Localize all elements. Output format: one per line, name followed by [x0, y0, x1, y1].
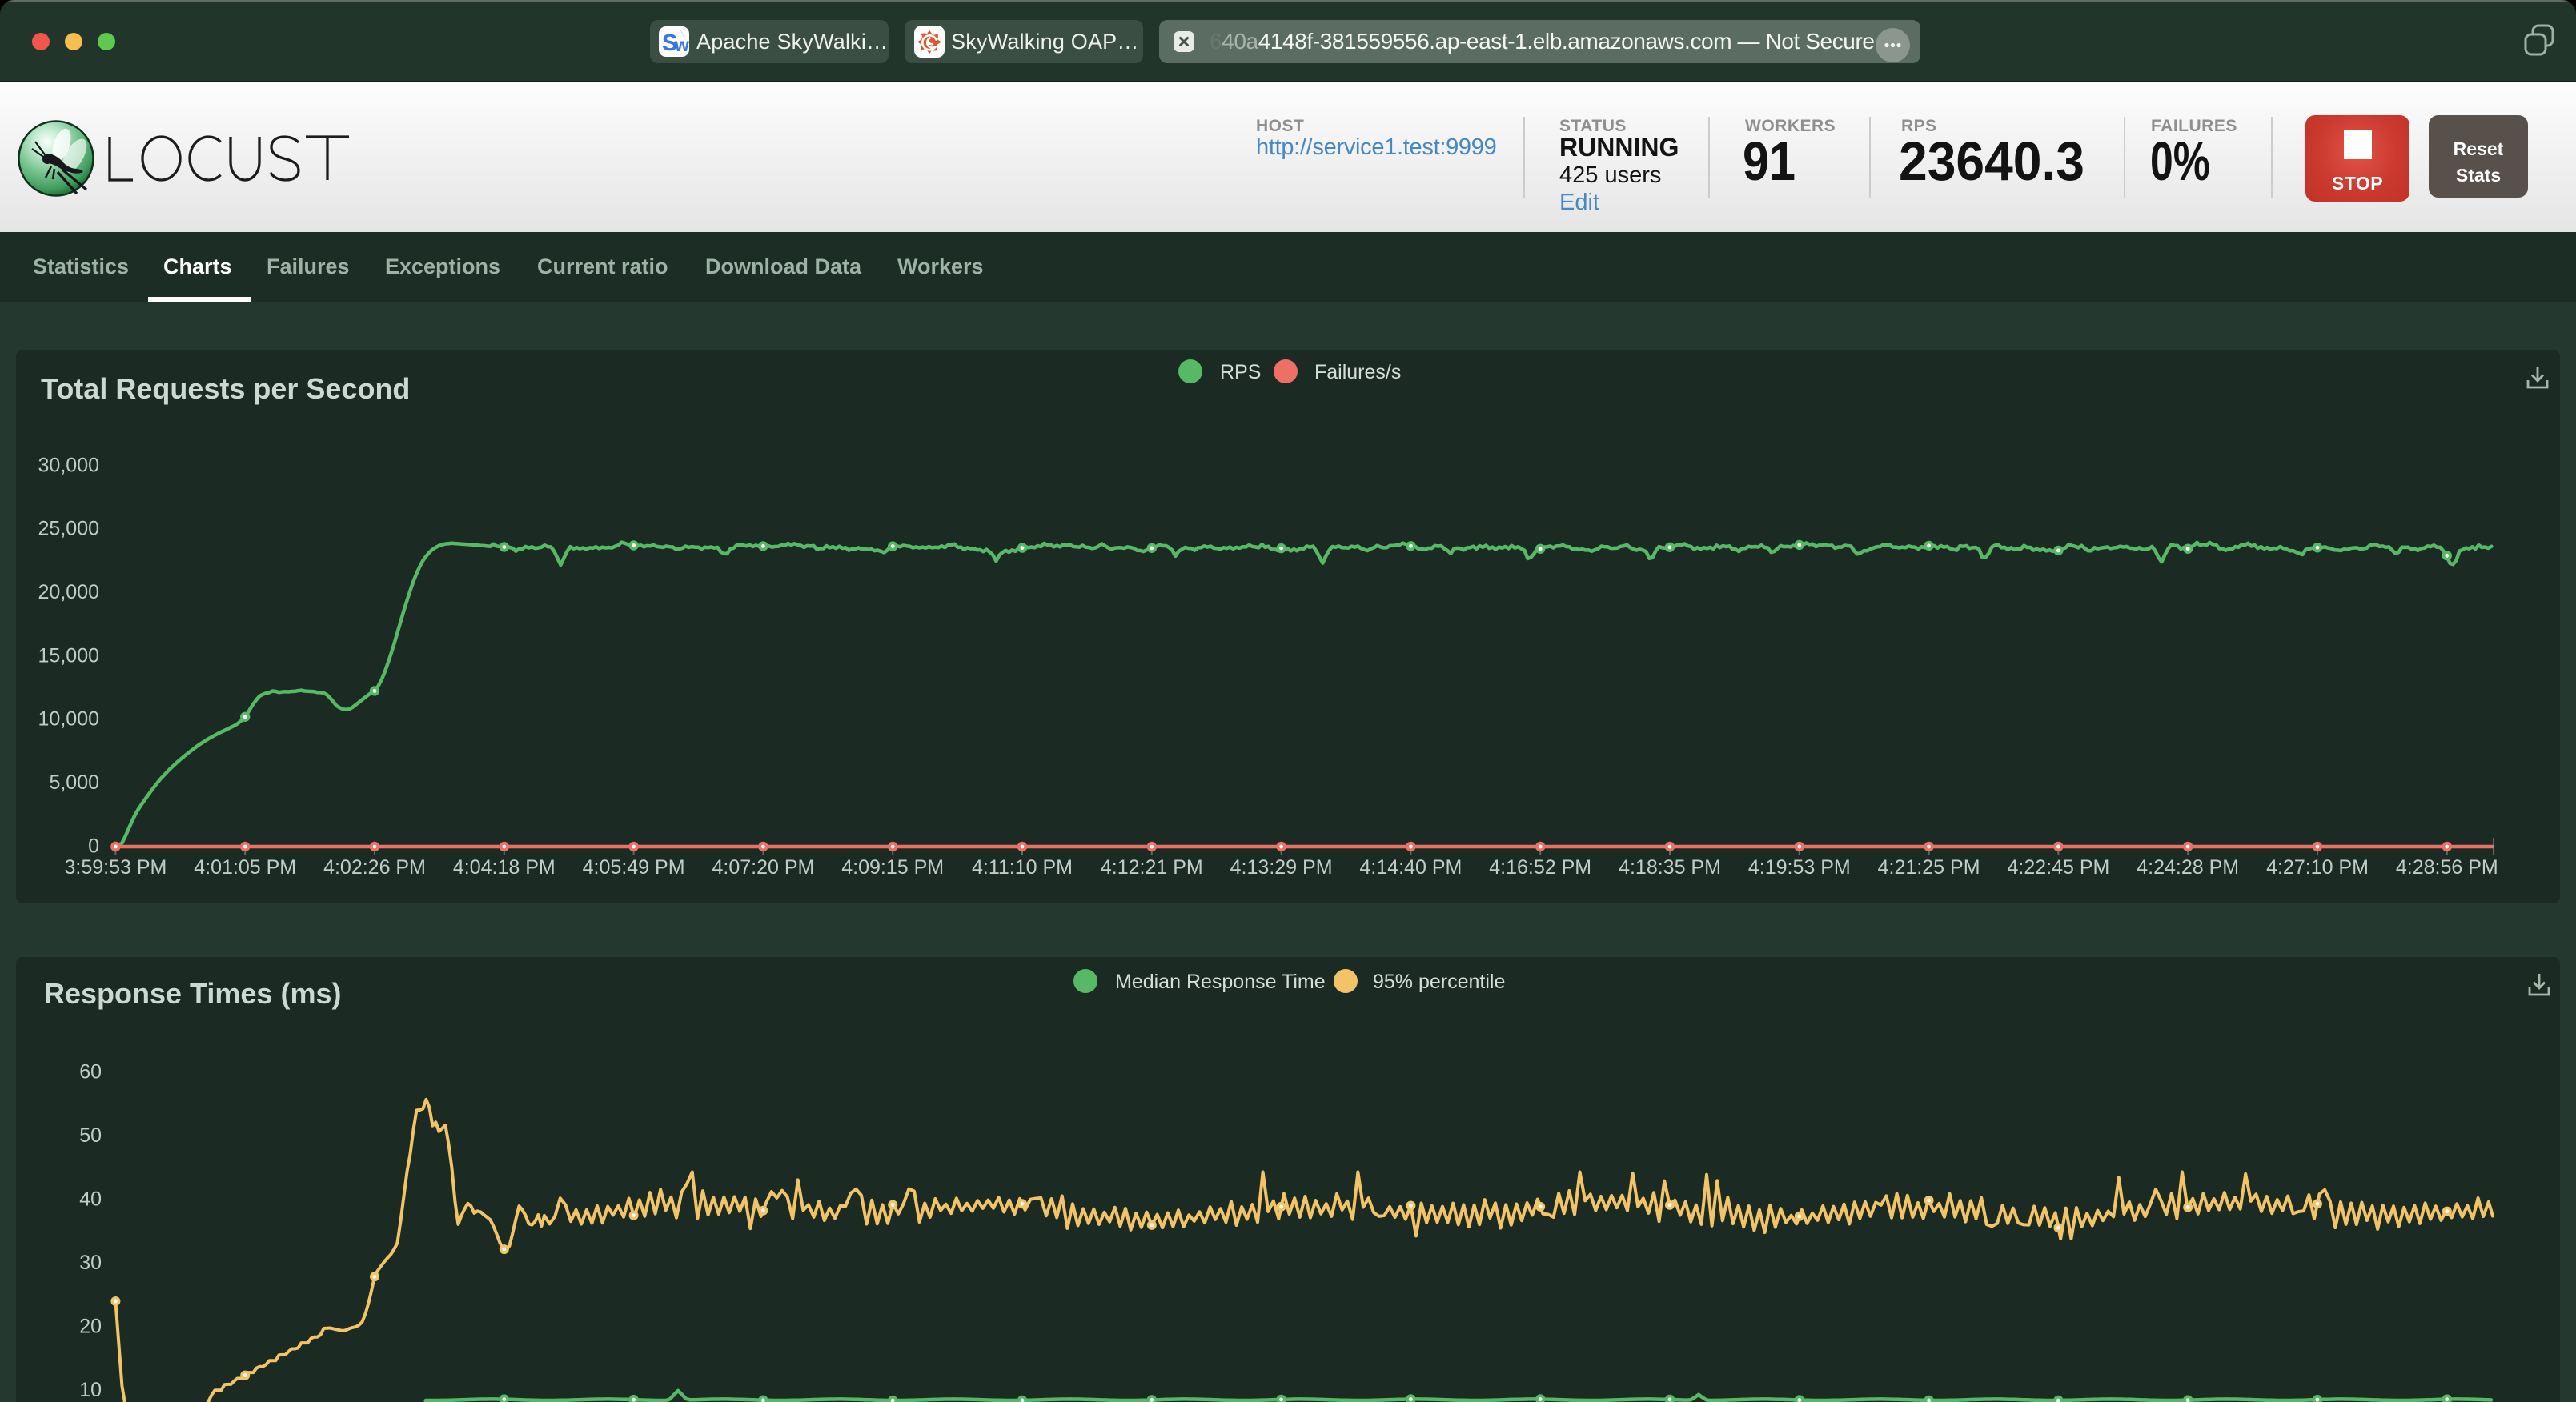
svg-text:4:11:10 PM: 4:11:10 PM	[972, 856, 1073, 879]
svg-text:4:13:29 PM: 4:13:29 PM	[1230, 856, 1333, 879]
svg-text:4:07:20 PM: 4:07:20 PM	[712, 856, 814, 879]
svg-text:0: 0	[88, 835, 99, 857]
svg-text:4:21:25 PM: 4:21:25 PM	[1878, 856, 1980, 879]
svg-text:20,000: 20,000	[38, 581, 99, 603]
svg-text:25,000: 25,000	[38, 518, 99, 540]
svg-text:5,000: 5,000	[49, 771, 99, 794]
svg-text:4:14:40 PM: 4:14:40 PM	[1359, 856, 1462, 879]
svg-text:4:16:52 PM: 4:16:52 PM	[1489, 856, 1591, 879]
svg-text:4:01:05 PM: 4:01:05 PM	[194, 856, 296, 879]
svg-text:30,000: 30,000	[38, 454, 99, 476]
svg-text:4:19:53 PM: 4:19:53 PM	[1748, 856, 1851, 879]
svg-text:10,000: 10,000	[38, 708, 99, 731]
svg-text:4:02:26 PM: 4:02:26 PM	[323, 856, 426, 879]
svg-text:3:59:53 PM: 3:59:53 PM	[64, 856, 167, 879]
svg-text:40: 40	[79, 1188, 102, 1211]
svg-text:15,000: 15,000	[38, 644, 99, 667]
svg-text:50: 50	[79, 1124, 102, 1147]
svg-text:4:04:18 PM: 4:04:18 PM	[453, 856, 556, 879]
svg-text:4:18:35 PM: 4:18:35 PM	[1619, 856, 1721, 879]
svg-text:4:05:49 PM: 4:05:49 PM	[583, 856, 685, 879]
svg-text:4:24:28 PM: 4:24:28 PM	[2137, 856, 2239, 879]
svg-text:4:27:10 PM: 4:27:10 PM	[2266, 856, 2369, 879]
svg-text:4:28:56 PM: 4:28:56 PM	[2396, 856, 2498, 879]
svg-text:20: 20	[79, 1316, 102, 1338]
svg-text:60: 60	[79, 1061, 102, 1084]
svg-text:10: 10	[79, 1379, 102, 1401]
svg-text:w: w	[674, 34, 689, 55]
svg-text:4:09:15 PM: 4:09:15 PM	[841, 856, 944, 879]
svg-text:4:12:21 PM: 4:12:21 PM	[1101, 856, 1203, 879]
svg-text:30: 30	[79, 1252, 102, 1274]
svg-text:4:22:45 PM: 4:22:45 PM	[2007, 856, 2109, 879]
